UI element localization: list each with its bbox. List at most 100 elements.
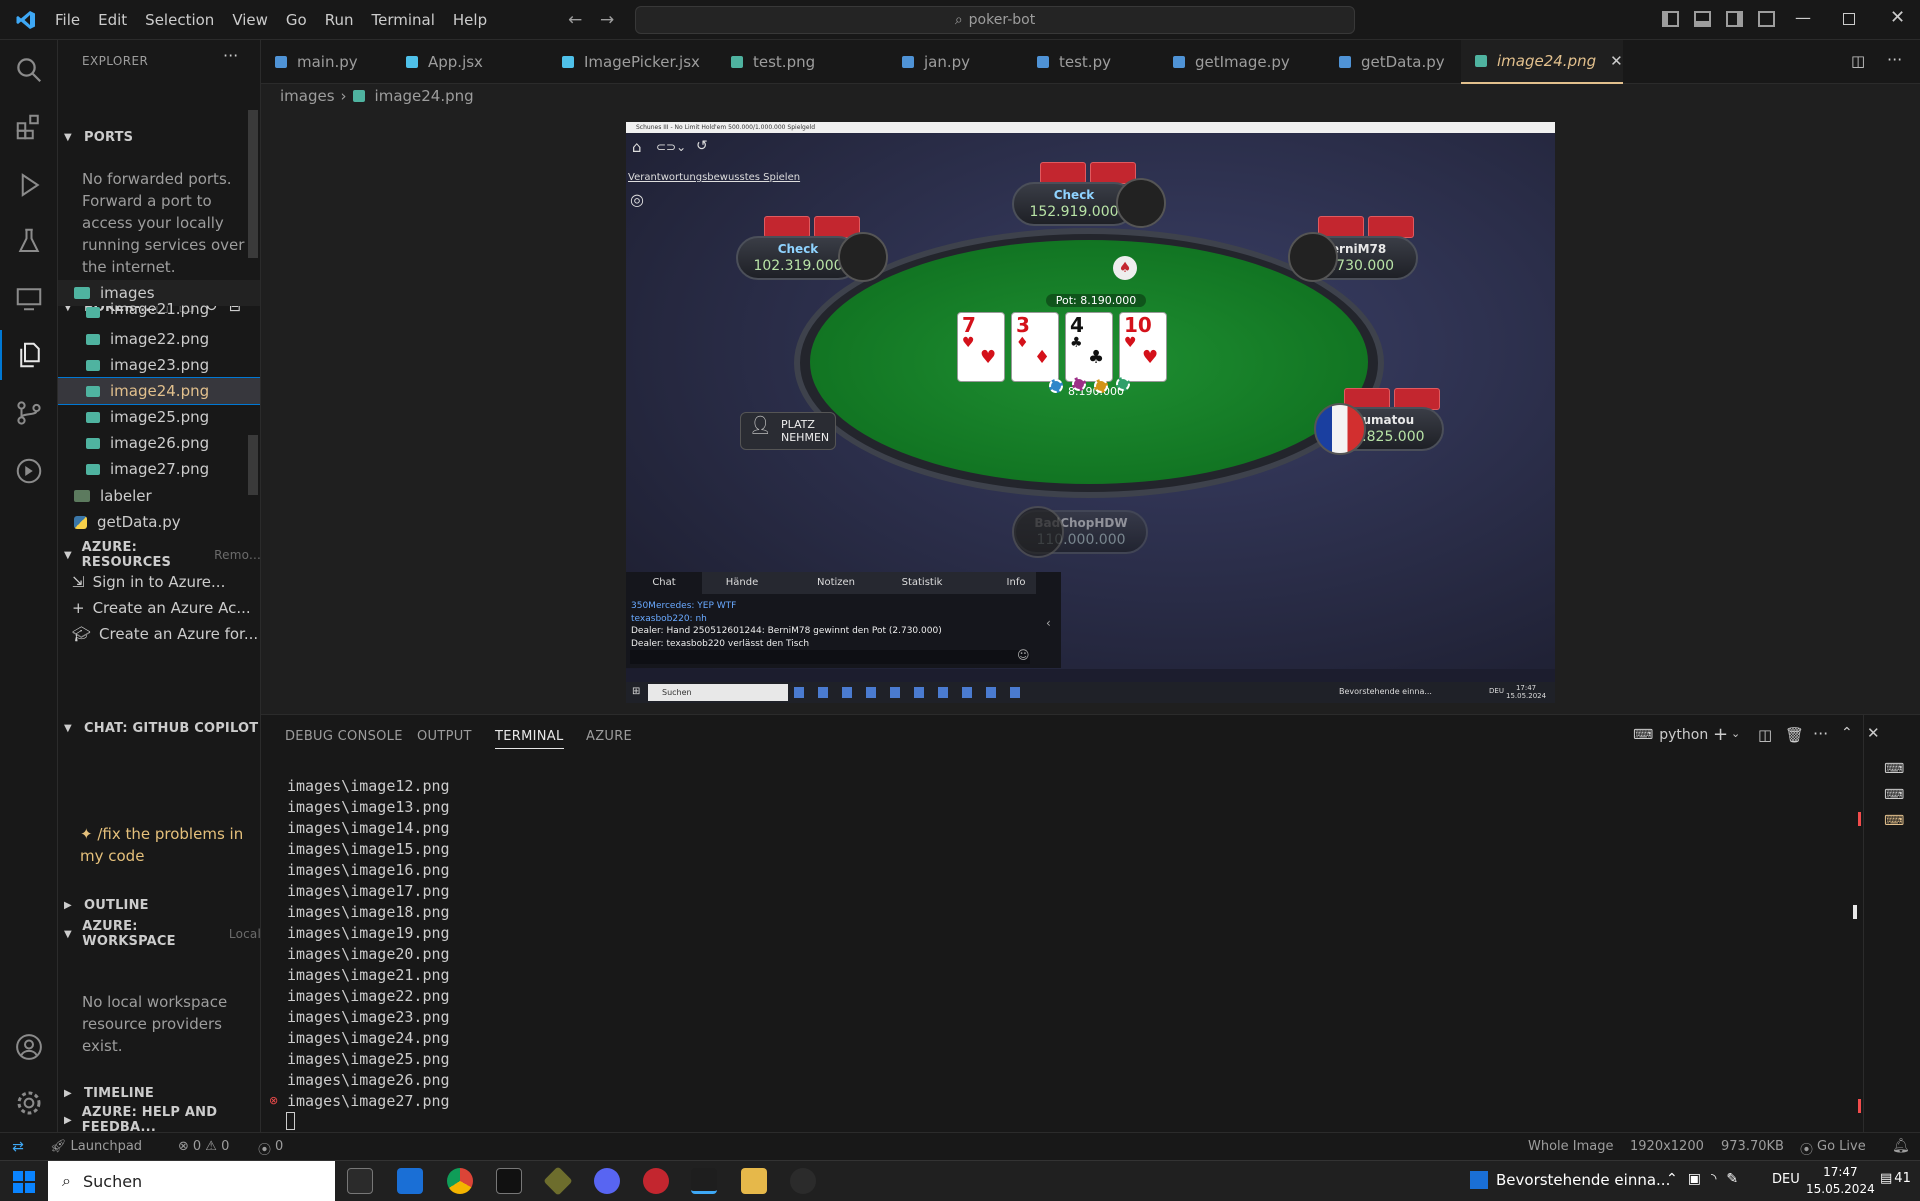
ports-section-header[interactable]: ▼ PORTS [58,126,260,148]
vscode-taskbar-icon[interactable] [691,1168,717,1194]
tab-test-png[interactable]: test.png [717,40,888,84]
chrome-icon[interactable] [447,1168,473,1194]
menu-go[interactable]: Go [277,0,316,40]
taskbar-notification[interactable]: Bevorstehende einna... [1470,1171,1670,1189]
remote-indicator-icon[interactable]: ⇄ [0,1133,36,1160]
outline-header[interactable]: ▶ OUTLINE [58,894,260,916]
split-editor-icon[interactable]: ◫ [1851,52,1865,70]
pokerstars-icon[interactable] [643,1168,669,1194]
chevron-down-icon[interactable]: ⌄ [1731,727,1740,740]
panel-tab-azure[interactable]: AZURE [586,729,632,744]
more-actions-icon[interactable]: ··· [223,46,238,65]
menu-file[interactable]: File [46,0,89,40]
explorer-icon[interactable] [0,330,58,380]
terminal-icon[interactable]: ⌨︎ [1884,761,1904,777]
terminal-output[interactable]: images\image12.png images\image13.png imag… [287,776,1507,1112]
github-actions-icon[interactable] [0,446,58,496]
azure-help-header[interactable]: ▶ AZURE: HELP AND FEEDBA... [58,1105,260,1132]
menu-terminal[interactable]: Terminal [363,0,444,40]
terminal-icon[interactable]: ⌨︎ [1884,787,1904,803]
copilot-chat-header[interactable]: ▼ CHAT: GITHUB COPILOT [58,717,260,739]
azure-workspace-header[interactable]: ▼ AZURE: WORKSPACE Local [58,919,260,949]
more-actions-icon[interactable]: ··· [1813,724,1828,743]
ports-item[interactable]: ⦿ 0 [258,1139,283,1158]
azure-create-student[interactable]: 🎓︎ Create an Azure for... [58,621,260,647]
nav-forward-icon[interactable]: → [600,10,614,30]
testing-icon[interactable] [0,216,58,266]
azure-resources-header[interactable]: ▼ AZURE: RESOURCES Remo... [58,540,260,570]
menu-run[interactable]: Run [316,0,363,40]
terminal-icon[interactable]: ⌨︎ [1884,813,1904,829]
system-tray[interactable]: ⌃ ▣ ◝ ✎ [1666,1171,1738,1187]
run-debug-icon[interactable] [0,160,58,210]
gear-icon[interactable] [0,1078,58,1128]
panel-tab-terminal[interactable]: TERMINAL [495,729,564,749]
terminal-app-icon[interactable] [496,1168,522,1194]
menu-help[interactable]: Help [444,0,496,40]
tab-getdata-py[interactable]: getData.py [1325,40,1461,84]
file-image21[interactable]: image21.png [58,300,260,318]
remote-explorer-icon[interactable] [0,273,58,323]
tab-test-py[interactable]: test.py [1023,40,1159,84]
close-window-button[interactable]: ✕ [1890,7,1905,28]
extensions-icon[interactable] [0,102,58,152]
file-image26[interactable]: image26.png [58,430,260,456]
search-activity-icon[interactable] [0,45,58,95]
tab-getimage-py[interactable]: getImage.py [1159,40,1325,84]
new-terminal-icon[interactable]: + [1713,724,1728,745]
go-live-item[interactable]: ⦿ Go Live [1800,1139,1866,1158]
microphone-icon[interactable] [790,1168,816,1194]
whole-image-item[interactable]: Whole Image [1528,1139,1614,1154]
clock[interactable]: 17:47 15.05.2024 [1806,1164,1875,1198]
tab-main-py[interactable]: main.py [261,40,392,84]
app-blue-icon[interactable] [397,1168,423,1194]
toggle-secondary-sidebar-icon[interactable] [1726,11,1743,27]
panel-tab-output[interactable]: OUTPUT [417,729,472,744]
maximize-panel-icon[interactable]: ⌃ [1841,725,1853,741]
menu-view[interactable]: View [223,0,277,40]
menu-selection[interactable]: Selection [136,0,223,40]
command-center-search[interactable]: ⌕ poker-bot [635,6,1355,34]
azure-create-account[interactable]: + Create an Azure Ac... [58,595,260,621]
azure-sign-in[interactable]: ⇲ Sign in to Azure... [58,569,260,595]
tab-jan-py[interactable]: jan.py [888,40,1023,84]
folder-labeler[interactable]: labeler [58,483,260,509]
launchpad-item[interactable]: 🚀︎ Launchpad [50,1139,142,1154]
source-control-icon[interactable] [0,388,58,438]
restore-button[interactable] [1843,13,1855,25]
copilot-fix-suggestion[interactable]: ✦ /fix the problems in my code [80,823,243,867]
nav-back-icon[interactable]: ← [568,10,582,30]
tab-image24-png[interactable]: image24.png ✕ [1461,40,1623,84]
discord-icon[interactable] [594,1168,620,1194]
tab-app-jsx[interactable]: App.jsx [392,40,548,84]
file-image25[interactable]: image25.png [58,404,260,430]
close-tab-icon[interactable]: ✕ [1610,52,1623,70]
accounts-icon[interactable] [0,1022,58,1072]
breadcrumb-file[interactable]: image24.png [375,87,474,105]
trash-icon[interactable]: 🗑︎ [1785,726,1804,744]
file-explorer-icon[interactable] [741,1168,767,1194]
notification-center[interactable]: ▤ 41 [1880,1171,1911,1186]
toggle-panel-icon[interactable] [1694,11,1711,27]
breadcrumb-folder[interactable]: images [280,87,335,105]
taskbar-search-box[interactable]: ⌕ Suchen [48,1161,335,1201]
file-image23[interactable]: image23.png [58,352,260,378]
bell-icon[interactable]: 🔔︎ [1892,1138,1910,1154]
windows-start-icon[interactable] [13,1171,35,1193]
split-terminal-icon[interactable]: ◫ [1758,726,1772,744]
customize-layout-icon[interactable] [1758,11,1775,27]
toggle-primary-sidebar-icon[interactable] [1662,11,1679,27]
tree-scrollbar[interactable] [248,435,258,495]
problems-item[interactable]: ⊗ 0 ⚠ 0 [178,1139,229,1154]
timeline-header[interactable]: ▶ TIMELINE [58,1082,260,1104]
sidebar-scrollbar[interactable] [248,110,258,258]
task-view-icon[interactable] [347,1168,373,1194]
file-image22[interactable]: image22.png [58,326,260,352]
file-getdata[interactable]: getData.py [58,509,260,535]
minimize-button[interactable]: — [1795,8,1811,27]
more-actions-icon[interactable]: ··· [1887,50,1902,69]
tab-imagepicker-jsx[interactable]: ImagePicker.jsx [548,40,717,84]
terminal-dropdown[interactable]: ⌨︎ python [1633,727,1708,743]
language-indicator[interactable]: DEU [1772,1172,1800,1187]
file-image27[interactable]: image27.png [58,456,260,482]
